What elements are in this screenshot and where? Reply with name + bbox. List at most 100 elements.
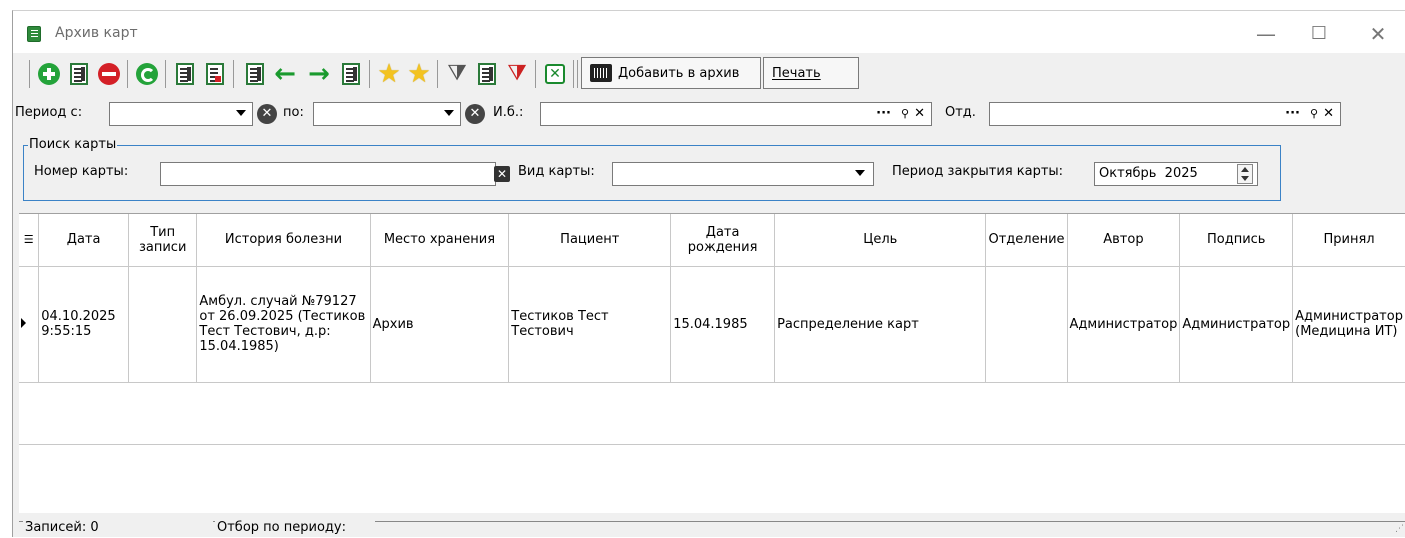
status-bar: Записей: 0 Отбор по периоду: ⋰ — [19, 520, 1405, 538]
archive-table: ☰ Дата Тип записи История болезни Место … — [19, 214, 1405, 383]
close-button[interactable]: ✕ — [1355, 19, 1401, 49]
add-favorite-button[interactable]: ★ — [375, 59, 403, 89]
add-to-archive-button[interactable]: Добавить в архив — [581, 57, 761, 89]
doc-next-button[interactable] — [337, 59, 365, 89]
grid-divider — [19, 444, 1405, 445]
delete-button[interactable] — [95, 59, 123, 89]
cell-storage[interactable]: Архив — [370, 266, 510, 383]
records-value: 0 — [90, 520, 99, 535]
app-icon — [27, 26, 41, 42]
column-header-signature[interactable]: Подпись — [1179, 214, 1294, 267]
arrow-left-icon: ← — [274, 59, 296, 89]
toolbar-separator — [437, 60, 438, 88]
minimize-button[interactable]: — — [1243, 19, 1289, 49]
spin-stepper-icon[interactable] — [1237, 164, 1253, 184]
edit-button[interactable] — [65, 59, 93, 89]
toolbar-separator — [577, 60, 578, 88]
status-period-filter: Отбор по периоду: — [215, 520, 375, 537]
cell-author[interactable]: Администратор — [1067, 266, 1181, 383]
archive-grid: ☰ Дата Тип записи История болезни Место … — [19, 213, 1405, 513]
period-from-clear-button[interactable]: ✕ — [257, 104, 277, 124]
cell-purpose[interactable]: Распределение карт — [774, 266, 987, 383]
column-header-date[interactable]: Дата — [38, 214, 129, 267]
filter-button[interactable]: ⧩ — [443, 59, 471, 89]
doc-prev-button[interactable] — [241, 59, 269, 89]
cell-record-type[interactable] — [128, 266, 198, 383]
doc-edit-button[interactable] — [171, 59, 199, 89]
cell-signature[interactable]: Администратор — [1179, 266, 1294, 383]
dept-label: Отд. — [945, 105, 976, 120]
column-header-department[interactable]: Отделение — [985, 214, 1068, 267]
dept-clear-button[interactable]: ✕ — [1323, 106, 1334, 122]
cell-history[interactable]: Амбул. случай №79127 от 26.09.2025 (Тест… — [196, 266, 371, 383]
row-selector-header[interactable]: ☰ — [19, 214, 40, 267]
title-bar: Архив карт — ☐ ✕ — [13, 11, 1405, 53]
ib-browse-button[interactable]: ··· — [876, 106, 891, 122]
column-header-history[interactable]: История болезни — [196, 214, 371, 267]
ib-label: И.б.: — [493, 105, 524, 120]
column-header-patient[interactable]: Пациент — [508, 214, 672, 267]
filter-clear-button[interactable]: ⧩ — [503, 59, 531, 89]
column-header-purpose[interactable]: Цель — [774, 214, 987, 267]
filter-edit-button[interactable] — [473, 59, 501, 89]
toolbar-separator — [233, 60, 234, 88]
next-button[interactable]: → — [305, 59, 333, 89]
table-row[interactable]: 04.10.2025 9:55:15 Амбул. случай №79127 … — [19, 266, 1405, 383]
clear-icon: ✕ — [496, 167, 508, 181]
card-number-clear-button[interactable]: ✕ — [494, 166, 510, 182]
excel-export-button[interactable]: ✕ — [541, 59, 569, 89]
delete-icon — [98, 63, 120, 85]
toolbar-separator — [573, 60, 574, 88]
add-icon — [38, 63, 60, 85]
doc-delete-button[interactable] — [201, 59, 229, 89]
maximize-button[interactable]: ☐ — [1296, 19, 1342, 49]
records-label: Записей: — [25, 520, 87, 535]
cell-department[interactable] — [985, 266, 1068, 383]
ib-clear-button[interactable]: ✕ — [914, 106, 925, 122]
toolbar-separator — [165, 60, 166, 88]
column-header-storage[interactable]: Место хранения — [370, 214, 510, 267]
cell-birth-date[interactable]: 15.04.1985 — [670, 266, 776, 383]
ib-field[interactable]: ··· ⚲ ✕ — [540, 102, 932, 126]
toolbar-separator — [29, 60, 30, 88]
favorite-button[interactable]: ★ — [405, 59, 433, 89]
dept-field[interactable]: ··· ⚲ ✕ — [989, 102, 1341, 126]
doc-prev-icon — [246, 63, 264, 85]
card-type-select[interactable] — [612, 162, 874, 186]
resize-grip-icon[interactable]: ⋰ — [1395, 524, 1404, 534]
add-button[interactable] — [35, 59, 63, 89]
cell-patient[interactable]: Тестиков Тест Тестович — [508, 266, 672, 383]
cell-date[interactable]: 04.10.2025 9:55:15 — [38, 266, 129, 383]
toolbar: ← → ★ ★ ⧩ ⧩ ✕ Добавить в архив Печать — [13, 55, 1405, 93]
chevron-down-icon — [855, 170, 865, 176]
toolbar-separator — [535, 60, 536, 88]
search-icon[interactable]: ⚲ — [1310, 106, 1318, 122]
period-to-clear-button[interactable]: ✕ — [465, 104, 485, 124]
prev-button[interactable]: ← — [271, 59, 299, 89]
period-from-label: Период с: — [15, 105, 83, 120]
card-type-label: Вид карты: — [518, 164, 595, 179]
doc-delete-icon — [206, 63, 224, 85]
column-header-record-type[interactable]: Тип записи — [128, 214, 198, 267]
close-period-value: Октябрь 2025 — [1099, 166, 1198, 181]
refresh-button[interactable] — [133, 59, 161, 89]
column-header-author[interactable]: Автор — [1067, 214, 1181, 267]
card-number-field[interactable] — [160, 162, 496, 186]
dept-browse-button[interactable]: ··· — [1285, 106, 1300, 122]
refresh-icon — [136, 63, 158, 85]
row-indicator-icon[interactable] — [19, 266, 40, 383]
print-label: Печать — [772, 65, 821, 81]
cell-accepted[interactable]: Администратор (Медицина ИТ) — [1292, 266, 1405, 383]
column-header-birth-date[interactable]: Дата рождения — [670, 214, 776, 267]
card-number-label: Номер карты: — [34, 164, 129, 179]
column-header-accepted[interactable]: Принял — [1292, 214, 1405, 267]
search-icon[interactable]: ⚲ — [901, 106, 909, 122]
close-period-field[interactable]: Октябрь 2025 — [1094, 162, 1258, 186]
card-search-title: Поиск карты — [28, 137, 118, 152]
print-button[interactable]: Печать — [763, 57, 859, 89]
period-from-field[interactable] — [109, 102, 253, 126]
edit-icon — [70, 63, 88, 85]
table-header-row: ☰ Дата Тип записи История болезни Место … — [19, 214, 1405, 267]
period-to-field[interactable] — [313, 102, 461, 126]
list-menu-icon: ☰ — [23, 233, 34, 247]
